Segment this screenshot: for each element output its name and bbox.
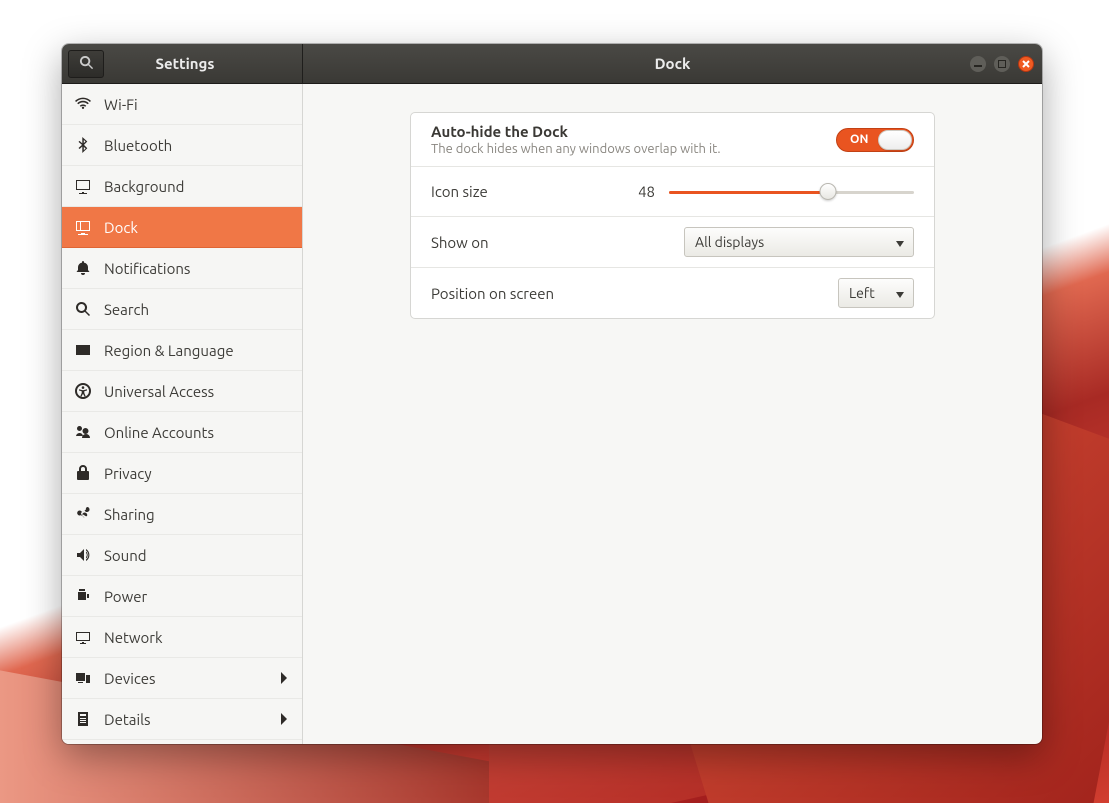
sidebar-item-notifications[interactable]: Notifications — [62, 248, 302, 289]
content-area: Auto-hide the Dock The dock hides when a… — [303, 84, 1042, 744]
sidebar-item-region[interactable]: Region & Language — [62, 330, 302, 371]
row-position: Position on screen Left — [411, 268, 934, 318]
autohide-subtitle: The dock hides when any windows overlap … — [431, 142, 836, 156]
sidebar-item-label: Search — [104, 301, 149, 318]
icon-size-value: 48 — [635, 183, 655, 200]
sidebar-item-privacy[interactable]: Privacy — [62, 453, 302, 494]
sidebar-item-label: Sharing — [104, 506, 155, 523]
settings-window: Settings Dock Wi — [62, 44, 1042, 744]
sharing-icon — [74, 506, 92, 522]
sidebar-item-label: Notifications — [104, 260, 190, 277]
sidebar-item-network[interactable]: Network — [62, 617, 302, 658]
sidebar-item-search[interactable]: Search — [62, 289, 302, 330]
sidebar-item-label: Region & Language — [104, 342, 234, 359]
close-button[interactable] — [1018, 56, 1034, 72]
dropdown-value: Left — [849, 285, 875, 301]
chevron-down-icon — [896, 285, 904, 301]
sidebar-item-label: Online Accounts — [104, 424, 214, 441]
sidebar-item-power[interactable]: Power — [62, 576, 302, 617]
header-right: Dock — [303, 44, 1042, 83]
sidebar-item-sound[interactable]: Sound — [62, 535, 302, 576]
region-icon — [74, 342, 92, 358]
row-icon-size: Icon size 48 — [411, 167, 934, 217]
dock-icon — [74, 219, 92, 235]
sidebar-item-sharing[interactable]: Sharing — [62, 494, 302, 535]
sidebar-item-details[interactable]: Details — [62, 699, 302, 740]
sidebar-item-wifi[interactable]: Wi-Fi — [62, 84, 302, 125]
dropdown-value: All displays — [695, 234, 764, 250]
minimize-button[interactable] — [970, 56, 986, 72]
details-icon — [74, 711, 92, 727]
notifications-icon — [74, 260, 92, 276]
show-on-dropdown[interactable]: All displays — [684, 227, 914, 257]
background-icon — [74, 178, 92, 194]
toggle-state-label: ON — [850, 133, 868, 146]
settings-sidebar: Wi-Fi Bluetooth Background Dock — [62, 84, 303, 744]
row-autohide: Auto-hide the Dock The dock hides when a… — [411, 113, 934, 167]
sidebar-item-universal[interactable]: Universal Access — [62, 371, 302, 412]
header-settings-title: Settings — [104, 55, 302, 72]
icon-size-slider[interactable] — [669, 184, 914, 200]
icon-size-label: Icon size — [431, 183, 631, 200]
autohide-toggle[interactable]: ON — [836, 128, 914, 152]
sidebar-item-label: Bluetooth — [104, 137, 172, 154]
row-show-on: Show on All displays — [411, 217, 934, 268]
sidebar-item-label: Dock — [104, 219, 138, 236]
sidebar-item-label: Details — [104, 711, 151, 728]
sidebar-item-label: Sound — [104, 547, 147, 564]
bluetooth-icon — [74, 137, 92, 153]
sidebar-item-label: Devices — [104, 670, 156, 687]
universal-access-icon — [74, 383, 92, 399]
sidebar-item-devices[interactable]: Devices — [62, 658, 302, 699]
chevron-right-icon — [280, 711, 288, 728]
sidebar-item-label: Privacy — [104, 465, 152, 482]
wifi-icon — [74, 96, 92, 112]
chevron-down-icon — [896, 234, 904, 250]
sidebar-item-label: Universal Access — [104, 383, 214, 400]
sound-icon — [74, 547, 92, 563]
toggle-knob — [878, 130, 912, 150]
search-icon — [74, 301, 92, 317]
autohide-title: Auto-hide the Dock — [431, 123, 836, 140]
header-left: Settings — [62, 44, 303, 83]
page-title: Dock — [655, 55, 691, 72]
sidebar-item-background[interactable]: Background — [62, 166, 302, 207]
slider-handle[interactable] — [820, 183, 837, 200]
slider-fill — [669, 191, 828, 194]
show-on-label: Show on — [431, 234, 684, 251]
chevron-right-icon — [280, 670, 288, 687]
power-icon — [74, 588, 92, 604]
search-icon — [79, 55, 94, 73]
position-dropdown[interactable]: Left — [838, 278, 914, 308]
devices-icon — [74, 670, 92, 686]
search-button[interactable] — [68, 50, 104, 78]
sidebar-item-bluetooth[interactable]: Bluetooth — [62, 125, 302, 166]
sidebar-item-label: Power — [104, 588, 147, 605]
sidebar-item-label: Wi-Fi — [104, 96, 138, 113]
online-accounts-icon — [74, 424, 92, 440]
dock-settings-panel: Auto-hide the Dock The dock hides when a… — [410, 112, 935, 319]
position-label: Position on screen — [431, 285, 838, 302]
network-icon — [74, 629, 92, 645]
header-bar: Settings Dock — [62, 44, 1042, 84]
maximize-button[interactable] — [994, 56, 1010, 72]
privacy-icon — [74, 465, 92, 481]
sidebar-item-online[interactable]: Online Accounts — [62, 412, 302, 453]
sidebar-item-label: Background — [104, 178, 184, 195]
sidebar-item-dock[interactable]: Dock — [62, 207, 302, 248]
sidebar-item-label: Network — [104, 629, 163, 646]
